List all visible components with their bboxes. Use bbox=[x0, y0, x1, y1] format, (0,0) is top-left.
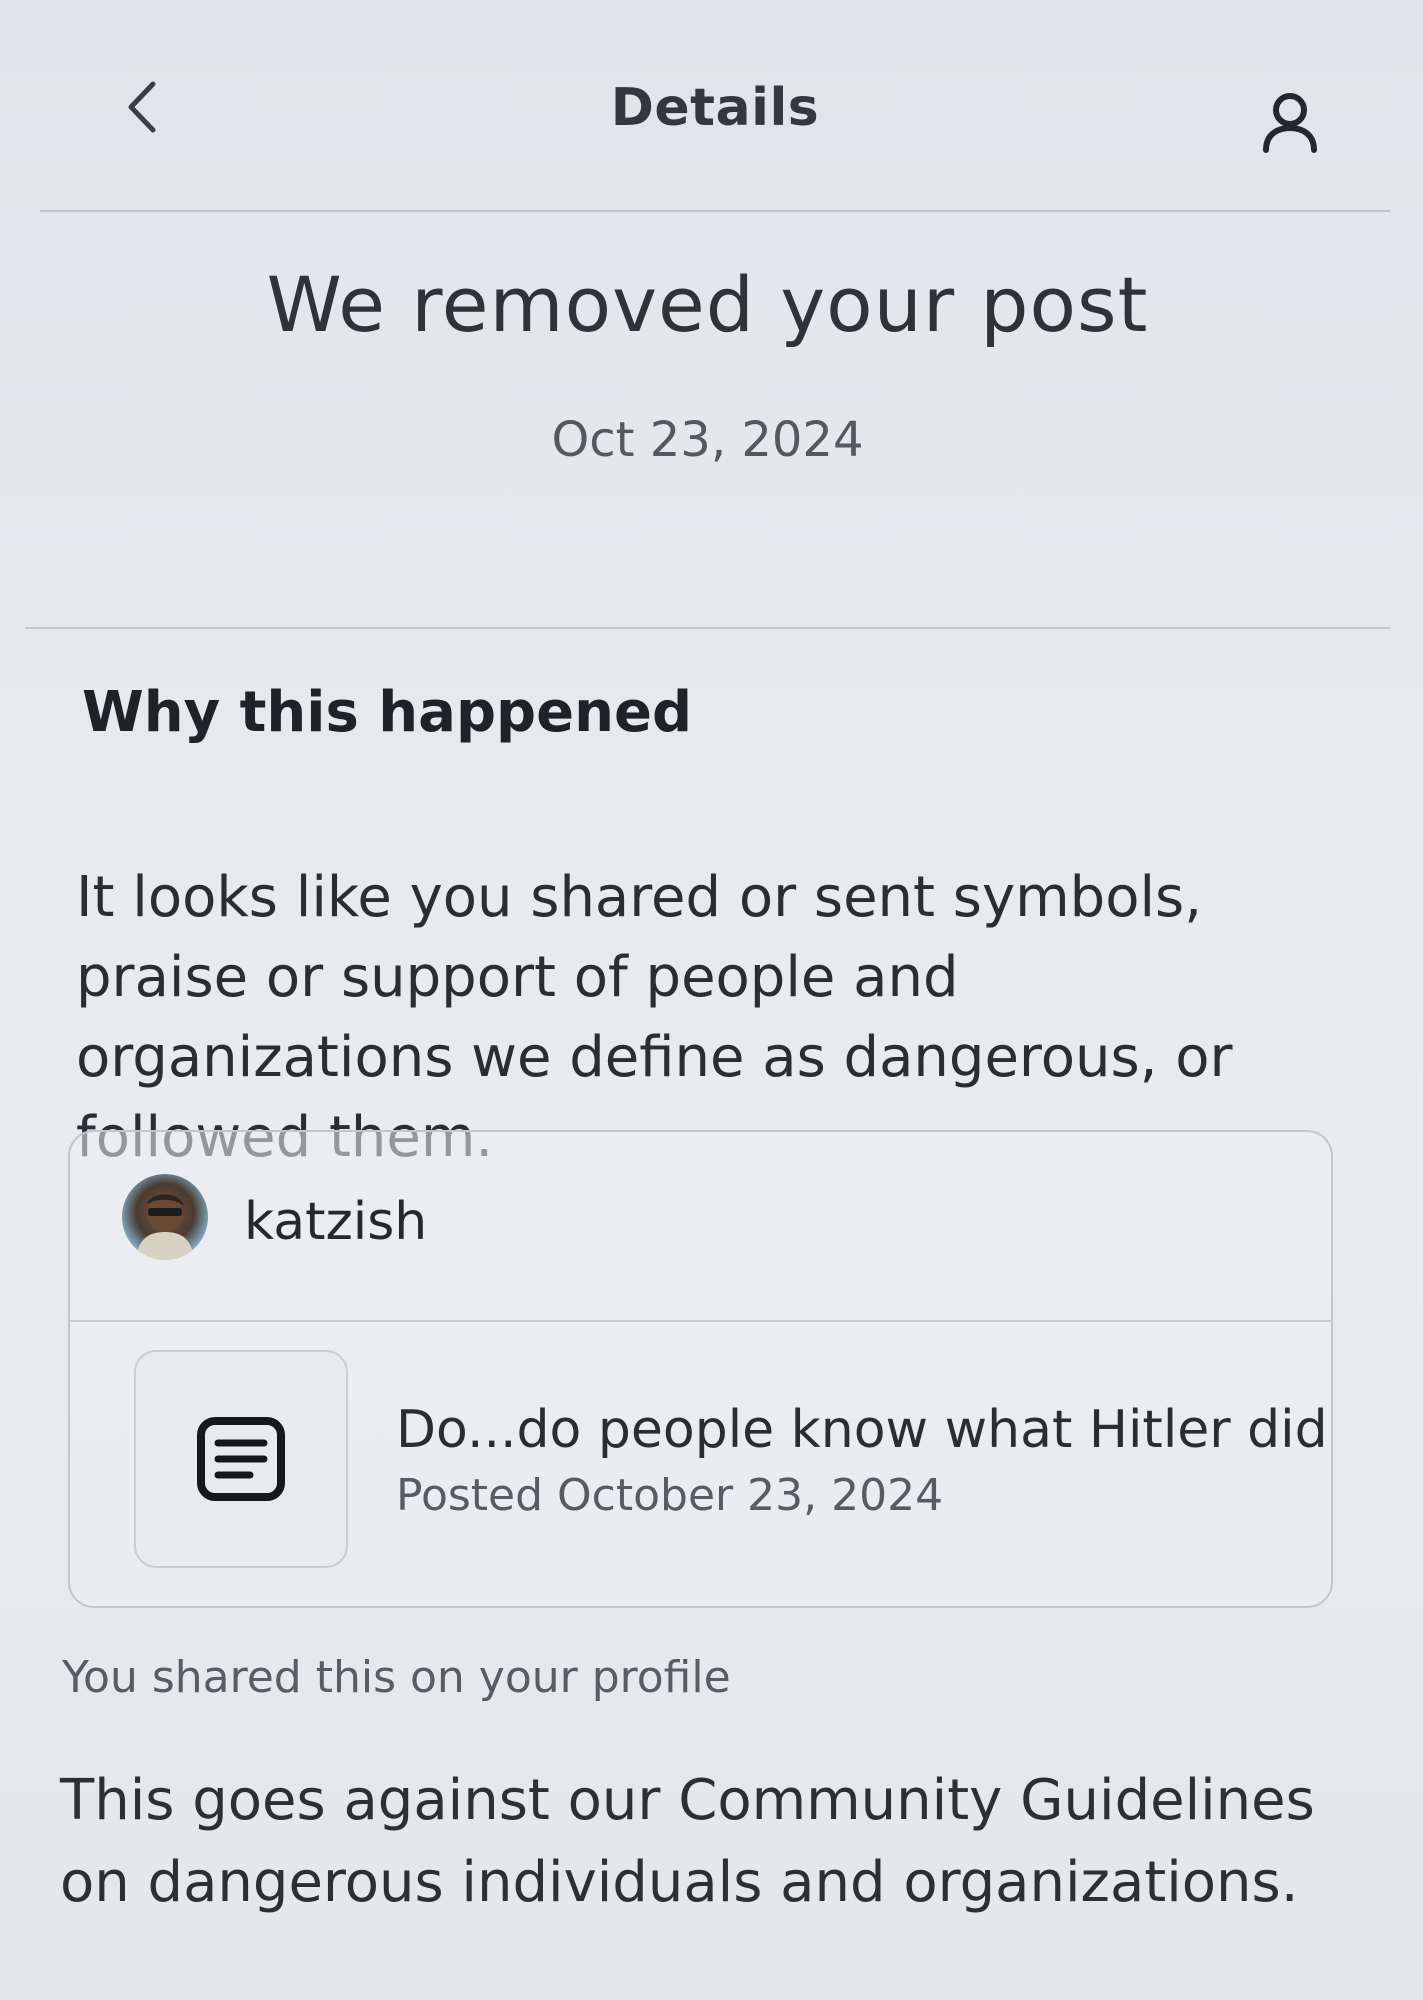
guidelines-statement: This goes against our Community Guidelin… bbox=[60, 1768, 1315, 1915]
page-title: Details bbox=[610, 78, 820, 138]
removal-date: Oct 23, 2024 bbox=[551, 412, 864, 468]
text-post-icon bbox=[197, 1417, 285, 1501]
removal-title: We removed your post bbox=[266, 260, 1149, 349]
removed-post-card[interactable]: katzish Do...do people know what Hitler … bbox=[68, 1130, 1333, 1608]
post-text: Do...do people know what Hitler did bbox=[396, 1400, 1328, 1460]
person-icon bbox=[1263, 93, 1317, 153]
post-thumbnail bbox=[134, 1350, 348, 1568]
why-heading: Why this happened bbox=[82, 680, 693, 745]
post-author-username: katzish bbox=[244, 1192, 428, 1252]
shared-location-note: You shared this on your profile bbox=[62, 1652, 731, 1703]
top-bar: Details bbox=[40, 0, 1390, 212]
removal-summary: We removed your post Oct 23, 2024 bbox=[25, 212, 1390, 629]
post-author-row: katzish bbox=[70, 1132, 1331, 1322]
details-screen: Details We removed your post Oct 23, 202… bbox=[0, 0, 1423, 2000]
profile-button[interactable] bbox=[1250, 82, 1330, 162]
post-date: Posted October 23, 2024 bbox=[396, 1470, 944, 1521]
avatar bbox=[122, 1174, 208, 1260]
